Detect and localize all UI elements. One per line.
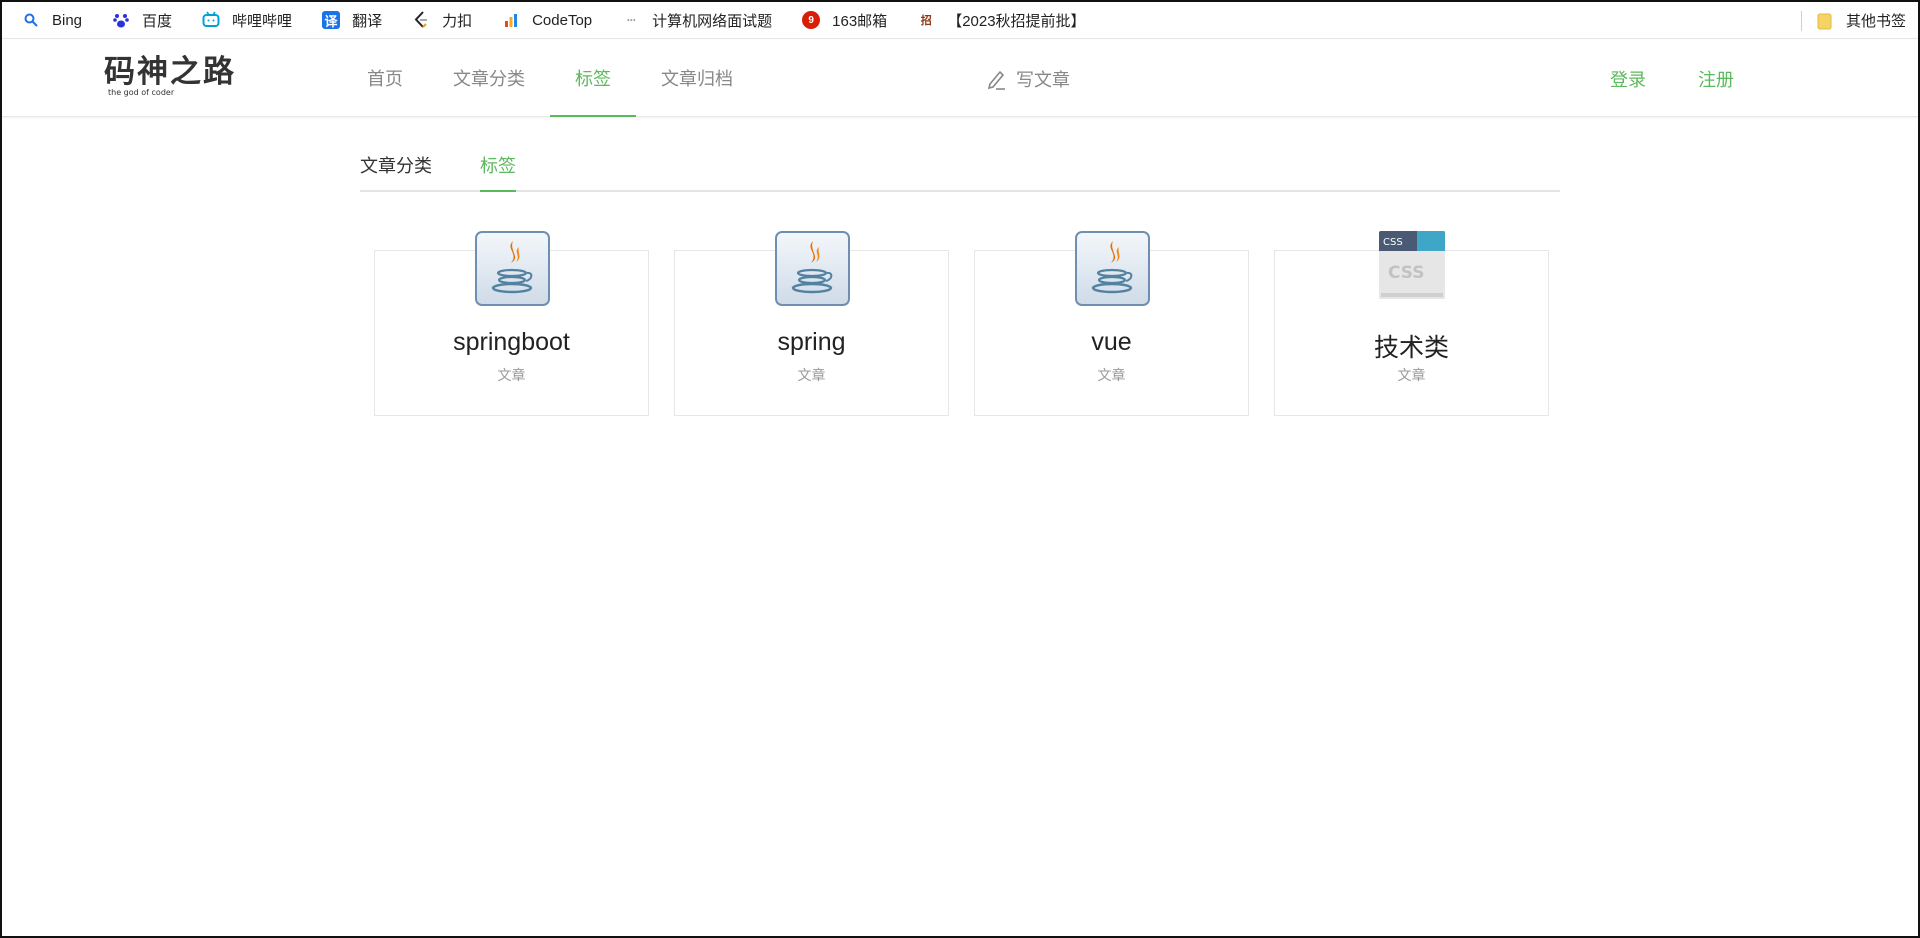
bookmark-separator xyxy=(1800,10,1802,31)
bookmark-2023-campus[interactable]: 招 【2023秋招提前批】 xyxy=(897,2,1095,39)
bookmark-label: 计算机网络面试题 xyxy=(652,12,773,30)
bookmark-label: 163邮箱 xyxy=(832,12,888,30)
leetcode-icon xyxy=(412,11,430,29)
bookmark-label: 百度 xyxy=(142,12,173,30)
nav-archive[interactable]: 文章归档 xyxy=(636,40,758,117)
bookmark-bilibili[interactable]: 哔哩哔哩 xyxy=(182,2,302,39)
bookmark-codetop[interactable]: CodeTop xyxy=(482,2,602,39)
tv-icon xyxy=(202,11,220,29)
css-icon: CSS CSS xyxy=(1379,231,1445,299)
folder-icon xyxy=(1816,12,1834,30)
bookmark-label: 【2023秋招提前批】 xyxy=(947,12,1086,30)
nav-home[interactable]: 首页 xyxy=(342,40,428,117)
tag-name: 技术类 xyxy=(1373,334,1449,362)
tag-subtitle: 文章 xyxy=(497,367,526,383)
tag-name: spring xyxy=(777,328,846,356)
bookmark-network-interview[interactable]: ··· 计算机网络面试题 xyxy=(602,2,782,39)
bookmark-leetcode[interactable]: 力扣 xyxy=(392,2,482,39)
paw-icon xyxy=(112,11,130,29)
tag-card-tech[interactable]: CSS CSS 技术类 文章 xyxy=(1274,231,1549,416)
nav-tags[interactable]: 标签 xyxy=(550,40,636,117)
nav-categories[interactable]: 文章分类 xyxy=(428,40,550,117)
tab-tags[interactable]: 标签 xyxy=(480,150,516,192)
java-icon xyxy=(475,231,550,306)
register-link[interactable]: 注册 xyxy=(1698,66,1734,92)
bookmark-163-mail[interactable]: 9 163邮箱 xyxy=(782,2,897,39)
svg-text:CSS: CSS xyxy=(1388,263,1425,283)
tag-subtitle: 文章 xyxy=(1097,367,1126,383)
translate-icon: 译 xyxy=(322,11,341,29)
mail-163-icon: 9 xyxy=(802,11,821,29)
java-icon xyxy=(775,231,850,306)
bookmark-site-icon: 招 xyxy=(920,15,932,27)
write-article-label: 写文章 xyxy=(1016,69,1070,90)
site-logo[interactable]: 码神之路 the god of coder xyxy=(104,54,254,100)
tag-name: vue xyxy=(1091,328,1132,356)
write-article-button[interactable]: 写文章 xyxy=(986,40,1070,117)
auth-links: 登录 注册 xyxy=(1610,40,1786,117)
logo-text: 码神之路 xyxy=(104,54,236,90)
tag-subtitle: 文章 xyxy=(1397,367,1426,383)
window-border xyxy=(0,0,1920,938)
bookmark-label: Bing xyxy=(52,11,83,29)
bookmark-label: 其他书签 xyxy=(1845,13,1906,30)
svg-text:CSS: CSS xyxy=(1383,237,1403,248)
bookmark-label: 力扣 xyxy=(442,12,473,30)
content-tabs: 文章分类 标签 xyxy=(360,150,1560,192)
site-header: 码神之路 the god of coder 首页 文章分类 标签 文章归档 写文… xyxy=(2,40,1918,117)
bar-chart-icon xyxy=(502,11,520,29)
tag-card-spring[interactable]: spring 文章 xyxy=(674,231,949,416)
login-link[interactable]: 登录 xyxy=(1610,66,1646,92)
search-icon xyxy=(22,11,40,29)
bookmark-label: CodeTop xyxy=(532,11,593,29)
tag-subtitle: 文章 xyxy=(797,367,826,383)
bookmark-other-folder[interactable]: 其他书签 xyxy=(1816,2,1918,39)
tag-card-vue[interactable]: vue 文章 xyxy=(974,231,1249,416)
bookmark-bing[interactable]: Bing xyxy=(2,2,92,39)
dots-icon: ··· xyxy=(626,13,637,27)
bookmark-label: 翻译 xyxy=(352,12,383,30)
tag-name: springboot xyxy=(453,328,570,356)
java-icon xyxy=(1075,231,1150,306)
tab-categories[interactable]: 文章分类 xyxy=(360,150,432,192)
bookmark-label: 哔哩哔哩 xyxy=(232,12,293,30)
pencil-icon xyxy=(987,70,1005,90)
bookmarks-bar: Bing 百度 哔哩哔哩 译 翻译 力扣 CodeTop ··· 计算机网络面试… xyxy=(2,2,1918,39)
bookmark-translate[interactable]: 译 翻译 xyxy=(302,2,392,39)
bookmark-baidu[interactable]: 百度 xyxy=(92,2,182,39)
main-nav: 首页 文章分类 标签 文章归档 xyxy=(342,40,758,117)
logo-subtitle: the god of coder xyxy=(108,88,175,97)
tag-card-springboot[interactable]: springboot 文章 xyxy=(374,231,649,416)
